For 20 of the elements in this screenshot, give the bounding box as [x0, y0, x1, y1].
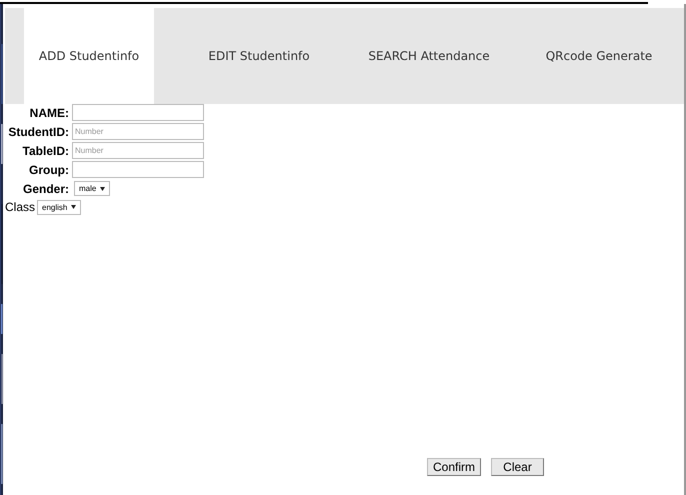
button[interactable]: Clear [491, 458, 544, 476]
caret-icon [71, 205, 76, 209]
tab[interactable]: ADD Studentinfo [24, 8, 154, 104]
field-label: Class [5, 200, 36, 214]
button[interactable]: Confirm [427, 458, 481, 476]
dropdown[interactable]: male [74, 181, 110, 196]
text-field[interactable]: Number [72, 123, 204, 140]
field-label: Gender: [22, 182, 69, 196]
text-field[interactable]: Number [72, 142, 204, 159]
field-label: TableID: [22, 144, 69, 158]
field-label: Group: [28, 162, 69, 176]
tab[interactable]: QRcode Generate [514, 8, 684, 104]
caret-icon [100, 186, 106, 190]
text-field[interactable] [72, 104, 204, 121]
field-label: StudentID: [7, 124, 69, 138]
dropdown[interactable]: english [37, 200, 82, 214]
field-label: NAME: [28, 106, 69, 120]
tab[interactable]: EDIT Studentinfo [174, 8, 344, 104]
tab[interactable]: SEARCH Attendance [344, 8, 514, 104]
text-field[interactable] [72, 161, 204, 178]
